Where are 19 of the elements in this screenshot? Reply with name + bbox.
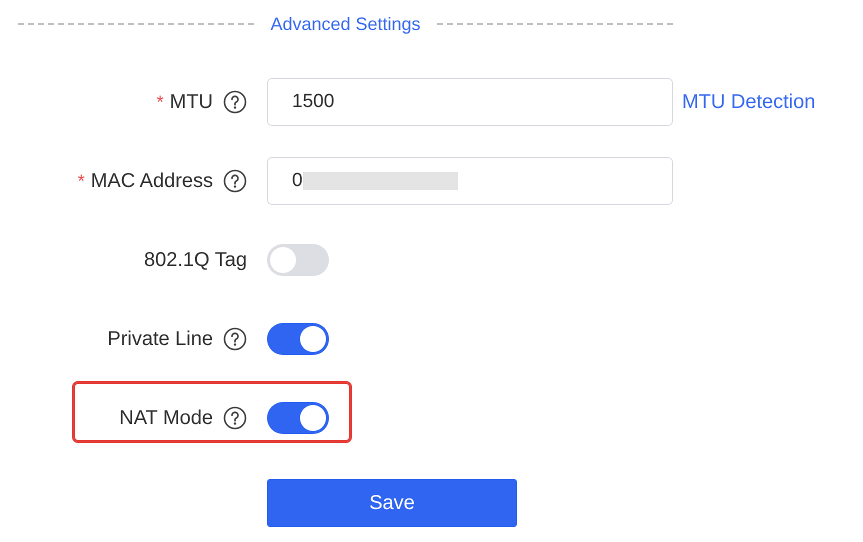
required-asterisk: * (156, 92, 164, 112)
help-icon[interactable] (223, 327, 247, 351)
field-label: Private Line (107, 328, 213, 350)
toggle-switch[interactable] (267, 323, 329, 355)
help-icon[interactable] (223, 90, 247, 114)
toggle-switch[interactable] (267, 244, 329, 276)
help-icon[interactable] (223, 169, 247, 193)
field-label: NAT Mode (119, 406, 213, 430)
field-label: MTU (170, 90, 213, 114)
required-asterisk: * (78, 170, 85, 192)
toggle-switch[interactable] (267, 402, 329, 434)
field-label: 802.1Q Tag (144, 248, 247, 272)
save-button[interactable]: Save (267, 479, 517, 527)
help-icon[interactable] (223, 406, 247, 430)
mtu-detection-link[interactable]: MTU Detection (682, 90, 816, 114)
section-title: Advanced Settings (270, 14, 421, 34)
field-label: MAC Address (90, 170, 213, 192)
text-field[interactable]: 0 (267, 157, 673, 205)
text-field[interactable]: 1500 (267, 78, 673, 126)
